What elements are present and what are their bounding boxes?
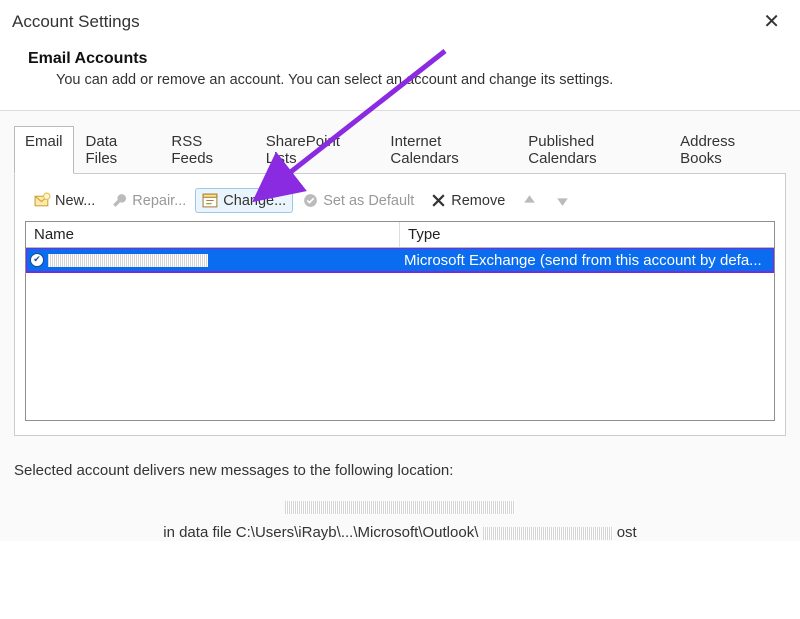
default-check-icon — [30, 253, 44, 267]
change-button[interactable]: Change... — [195, 188, 293, 213]
redacted-location-name — [285, 501, 515, 514]
toolbar: New... Repair... Change... Set as Defaul… — [25, 184, 775, 221]
cell-name — [26, 253, 400, 267]
set-default-button[interactable]: Set as Default — [295, 188, 421, 213]
arrow-down-icon — [554, 192, 571, 209]
tab-data-files[interactable]: Data Files — [75, 126, 160, 174]
tab-email[interactable]: Email — [14, 126, 74, 174]
accounts-table: Name Type Microsoft Exchange (send from … — [25, 221, 775, 421]
tab-address-books[interactable]: Address Books — [669, 126, 785, 174]
tab-panel-email: New... Repair... Change... Set as Defaul… — [14, 174, 786, 436]
repair-label: Repair... — [132, 193, 186, 209]
cell-type: Microsoft Exchange (send from this accou… — [400, 252, 774, 269]
content-area: Email Data Files RSS Feeds SharePoint Li… — [0, 111, 800, 436]
close-icon[interactable]: ✕ — [755, 8, 788, 36]
table-header: Name Type — [26, 222, 774, 248]
header-section: Email Accounts You can add or remove an … — [0, 44, 800, 106]
table-body: Microsoft Exchange (send from this accou… — [26, 248, 774, 420]
redacted-filename — [483, 527, 613, 540]
repair-button[interactable]: Repair... — [104, 188, 193, 213]
tab-internet-calendars[interactable]: Internet Calendars — [379, 126, 516, 174]
footer-path: in data file C:\Users\iRayb\...\Microsof… — [14, 524, 786, 541]
remove-button[interactable]: Remove — [423, 188, 512, 213]
column-type[interactable]: Type — [400, 222, 774, 247]
footer-section: Selected account delivers new messages t… — [0, 436, 800, 541]
remove-icon — [430, 192, 447, 209]
arrow-up-icon — [521, 192, 538, 209]
tab-strip: Email Data Files RSS Feeds SharePoint Li… — [14, 125, 786, 174]
change-icon — [202, 192, 219, 209]
move-down-button[interactable] — [547, 188, 578, 213]
tab-rss-feeds[interactable]: RSS Feeds — [160, 126, 253, 174]
header-description: You can add or remove an account. You ca… — [56, 72, 772, 88]
tab-published-calendars[interactable]: Published Calendars — [517, 126, 668, 174]
header-title: Email Accounts — [28, 50, 772, 68]
footer-path-suffix: ost — [617, 524, 637, 541]
tab-sharepoint-lists[interactable]: SharePoint Lists — [255, 126, 379, 174]
change-label: Change... — [223, 193, 286, 209]
new-icon — [34, 192, 51, 209]
title-bar: Account Settings ✕ — [0, 0, 800, 44]
new-button[interactable]: New... — [27, 188, 102, 213]
footer-description: Selected account delivers new messages t… — [14, 462, 786, 479]
set-default-icon — [302, 192, 319, 209]
remove-label: Remove — [451, 193, 505, 209]
redacted-account-name — [48, 254, 208, 267]
footer-path-prefix: in data file C:\Users\iRayb\...\Microsof… — [163, 524, 478, 541]
table-row[interactable]: Microsoft Exchange (send from this accou… — [26, 248, 774, 272]
repair-icon — [111, 192, 128, 209]
column-name[interactable]: Name — [26, 222, 400, 247]
move-up-button[interactable] — [514, 188, 545, 213]
new-label: New... — [55, 193, 95, 209]
window-title: Account Settings — [12, 12, 140, 32]
set-default-label: Set as Default — [323, 193, 414, 209]
